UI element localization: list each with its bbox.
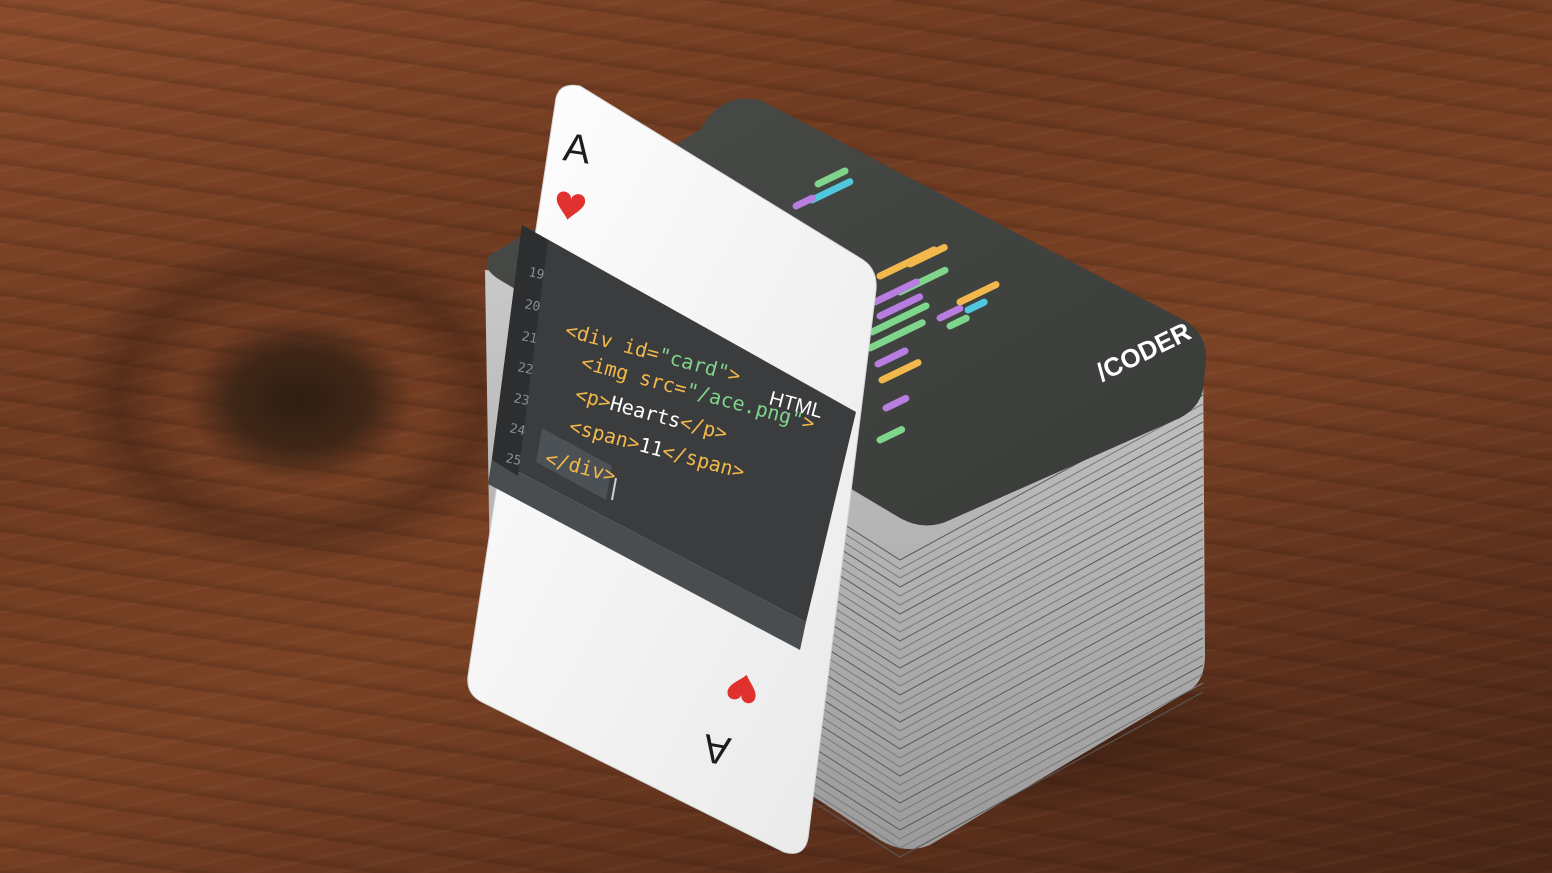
line-number: 25 <box>504 451 522 469</box>
line-number: 19 <box>527 265 545 283</box>
line-number: 20 <box>523 297 541 315</box>
line-number: 23 <box>512 391 530 409</box>
card-scene: /CODER 19 20 21 22 23 24 25 <div id="car… <box>467 84 1207 858</box>
line-number: 21 <box>520 329 538 347</box>
line-number: 22 <box>516 360 534 378</box>
